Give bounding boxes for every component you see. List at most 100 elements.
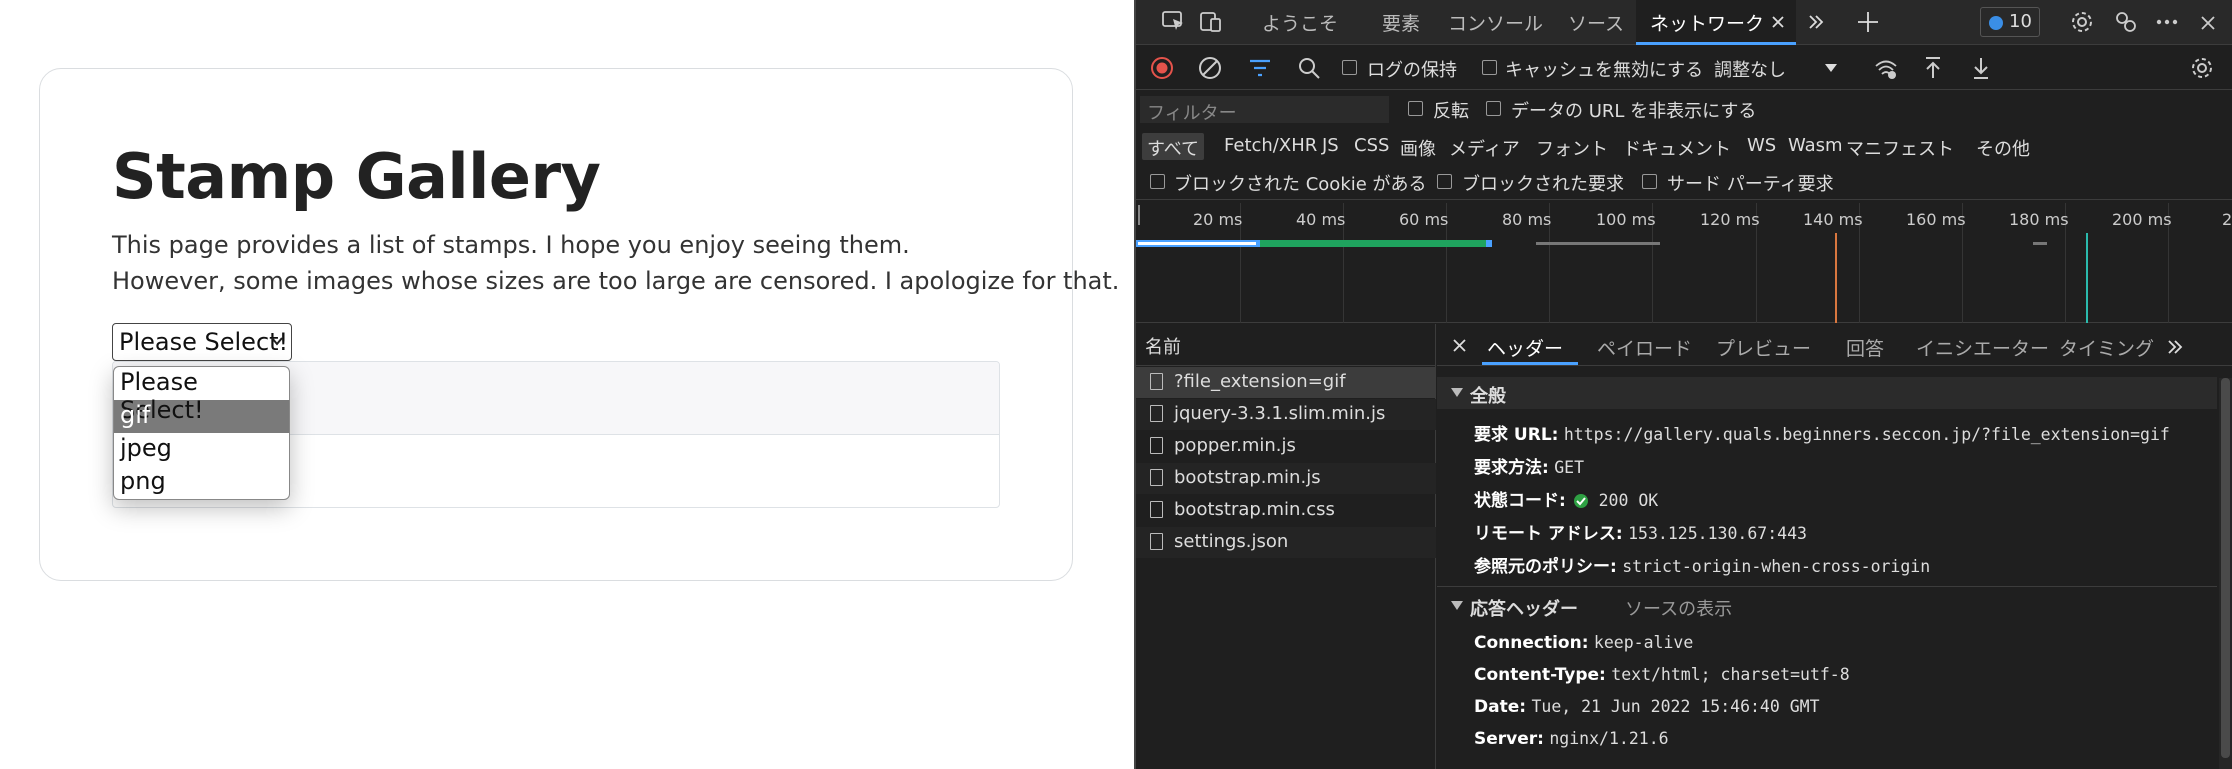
details-scrollbar[interactable] <box>2219 378 2232 769</box>
tab-preview[interactable]: プレビュー <box>1716 334 1811 361</box>
type-wasm[interactable]: Wasm <box>1788 135 1843 156</box>
close-tab-icon[interactable] <box>1772 16 1784 28</box>
type-img[interactable]: 画像 <box>1400 135 1436 161</box>
clear-icon[interactable] <box>1198 56 1222 80</box>
tab-welcome[interactable]: ようこそ <box>1262 9 1338 36</box>
option-png[interactable]: png <box>114 466 289 499</box>
request-item[interactable]: popper.min.js <box>1136 431 1436 462</box>
date-value[interactable]: Tue, 21 Jun 2022 15:46:40 GMT <box>1531 697 1819 716</box>
timeline-tick-label: 80 ms <box>1502 210 1552 229</box>
status-code-value[interactable]: 200 OK <box>1599 491 1659 510</box>
third-party-label: サード パーティ要求 <box>1667 174 1834 195</box>
request-list: 名前 ?file_extension=gif jquery-3.3.1.slim… <box>1136 324 1436 769</box>
more-tabs-icon[interactable] <box>1807 13 1825 31</box>
request-item[interactable]: jquery-3.3.1.slim.min.js <box>1136 399 1436 430</box>
remote-address-value[interactable]: 153.125.130.67:443 <box>1628 524 1807 543</box>
type-manifest[interactable]: マニフェスト <box>1846 135 1954 161</box>
more-options-icon[interactable] <box>2156 19 2178 25</box>
search-icon[interactable] <box>1298 57 1320 79</box>
preserve-log-checkbox[interactable] <box>1342 60 1357 75</box>
type-filter-row: すべて Fetch/XHR JS CSS 画像 メディア フォント ドキュメント… <box>1136 130 2232 164</box>
general-section-title: 全般 <box>1470 386 1506 407</box>
request-name: bootstrap.min.js <box>1174 467 1321 488</box>
issues-badge[interactable]: 10 <box>1980 7 2040 37</box>
blocked-cookies-checkbox[interactable] <box>1150 174 1165 189</box>
disable-cache-checkbox[interactable] <box>1482 60 1497 75</box>
blocked-cookies-label: ブロックされた Cookie がある <box>1174 174 1427 195</box>
add-tab-icon[interactable] <box>1856 10 1880 34</box>
timeline-overview[interactable]: 20 ms 40 ms 60 ms 80 ms 100 ms 120 ms 14… <box>1136 203 2232 323</box>
request-name: bootstrap.min.css <box>1174 499 1335 520</box>
record-icon[interactable] <box>1150 56 1174 80</box>
option-jpeg[interactable]: jpeg <box>114 433 289 466</box>
scrollbar-thumb[interactable] <box>2221 378 2230 758</box>
page-title: Stamp Gallery <box>112 140 601 213</box>
response-headers-section-header[interactable]: 応答ヘッダー ソースの表示 <box>1437 590 2217 622</box>
dropdown-arrow-icon <box>1825 64 1837 72</box>
waterfall-bar <box>1260 240 1488 247</box>
request-item[interactable]: bootstrap.min.css <box>1136 495 1436 526</box>
timeline-start-handle[interactable] <box>1138 205 1140 225</box>
request-details: ヘッダー ペイロード プレビュー 回答 イニシエーター タイミング 全般 要求 … <box>1437 324 2232 769</box>
tab-sources[interactable]: ソース <box>1568 9 1624 36</box>
tab-elements[interactable]: 要素 <box>1382 9 1420 36</box>
filter-input[interactable]: フィルター <box>1140 96 1389 124</box>
throttling-select[interactable]: 調整なし <box>1714 54 1844 82</box>
detail-tabbar: ヘッダー ペイロード プレビュー 回答 イニシエーター タイミング <box>1437 324 2232 366</box>
request-url-value[interactable]: https://gallery.quals.beginners.seccon.j… <box>1564 425 2170 444</box>
type-font[interactable]: フォント <box>1536 135 1608 161</box>
network-toolbar: ログの保持 キャッシュを無効にする 調整なし <box>1136 46 2232 90</box>
timeline-tick-label: 140 ms <box>1803 210 1863 229</box>
inspect-icon[interactable] <box>1162 11 1186 33</box>
type-fetch-xhr[interactable]: Fetch/XHR <box>1224 135 1317 156</box>
type-doc[interactable]: ドキュメント <box>1623 135 1731 161</box>
type-ws[interactable]: WS <box>1747 135 1776 156</box>
tab-network[interactable]: ネットワーク <box>1650 9 1764 36</box>
device-emulation-icon[interactable] <box>1200 11 1224 33</box>
customize-icon[interactable] <box>2114 10 2138 34</box>
tab-headers[interactable]: ヘッダー <box>1487 334 1563 361</box>
blocked-requests-checkbox[interactable] <box>1437 174 1452 189</box>
more-detail-tabs-icon[interactable] <box>2166 338 2184 356</box>
type-all[interactable]: すべて <box>1142 133 1205 160</box>
tab-initiator[interactable]: イニシエーター <box>1916 334 2049 361</box>
request-item[interactable]: settings.json <box>1136 527 1436 558</box>
filter-icon[interactable] <box>1249 58 1271 78</box>
referrer-policy-value[interactable]: strict-origin-when-cross-origin <box>1622 557 1930 576</box>
network-settings-gear-icon[interactable] <box>2190 56 2214 80</box>
view-source-link[interactable]: ソースの表示 <box>1625 595 1732 621</box>
blocked-filter-row: ブロックされた Cookie がある ブロックされた要求 サード パーティ要求 <box>1136 166 2232 200</box>
file-extension-select[interactable]: Please Select! <box>112 323 292 361</box>
import-har-icon[interactable] <box>1924 56 1942 80</box>
export-har-icon[interactable] <box>1972 56 1990 80</box>
option-please-select[interactable]: Please Select! <box>114 367 289 424</box>
timeline-tick-label: 20 ms <box>1193 210 1243 229</box>
file-icon <box>1150 501 1163 518</box>
type-js[interactable]: JS <box>1322 135 1339 156</box>
close-devtools-icon[interactable] <box>2200 15 2216 31</box>
invert-checkbox[interactable] <box>1408 101 1423 116</box>
type-media[interactable]: メディア <box>1449 135 1520 161</box>
tab-timing[interactable]: タイミング <box>2059 334 2154 361</box>
request-method-value[interactable]: GET <box>1554 458 1584 477</box>
request-item[interactable]: ?file_extension=gif <box>1136 367 1436 398</box>
connection-value[interactable]: keep-alive <box>1594 633 1693 652</box>
tab-console[interactable]: コンソール <box>1448 9 1543 36</box>
server-value[interactable]: nginx/1.21.6 <box>1549 729 1668 748</box>
general-section-header[interactable]: 全般 <box>1437 377 2217 409</box>
type-other[interactable]: その他 <box>1976 135 2030 161</box>
close-details-icon[interactable] <box>1453 339 1466 352</box>
request-item[interactable]: bootstrap.min.js <box>1136 463 1436 494</box>
settings-gear-icon[interactable] <box>2070 10 2094 34</box>
file-icon <box>1150 533 1163 550</box>
blocked-requests-label: ブロックされた要求 <box>1462 174 1624 195</box>
tab-payload[interactable]: ペイロード <box>1597 334 1692 361</box>
third-party-checkbox[interactable] <box>1642 174 1657 189</box>
content-type-value[interactable]: text/html; charset=utf-8 <box>1611 665 1849 684</box>
network-conditions-icon[interactable] <box>1874 58 1898 80</box>
request-list-header[interactable]: 名前 <box>1136 324 1436 366</box>
type-css[interactable]: CSS <box>1354 135 1389 156</box>
tab-response[interactable]: 回答 <box>1846 334 1884 361</box>
hide-data-urls-checkbox[interactable] <box>1486 101 1501 116</box>
section-divider <box>1437 586 2217 587</box>
